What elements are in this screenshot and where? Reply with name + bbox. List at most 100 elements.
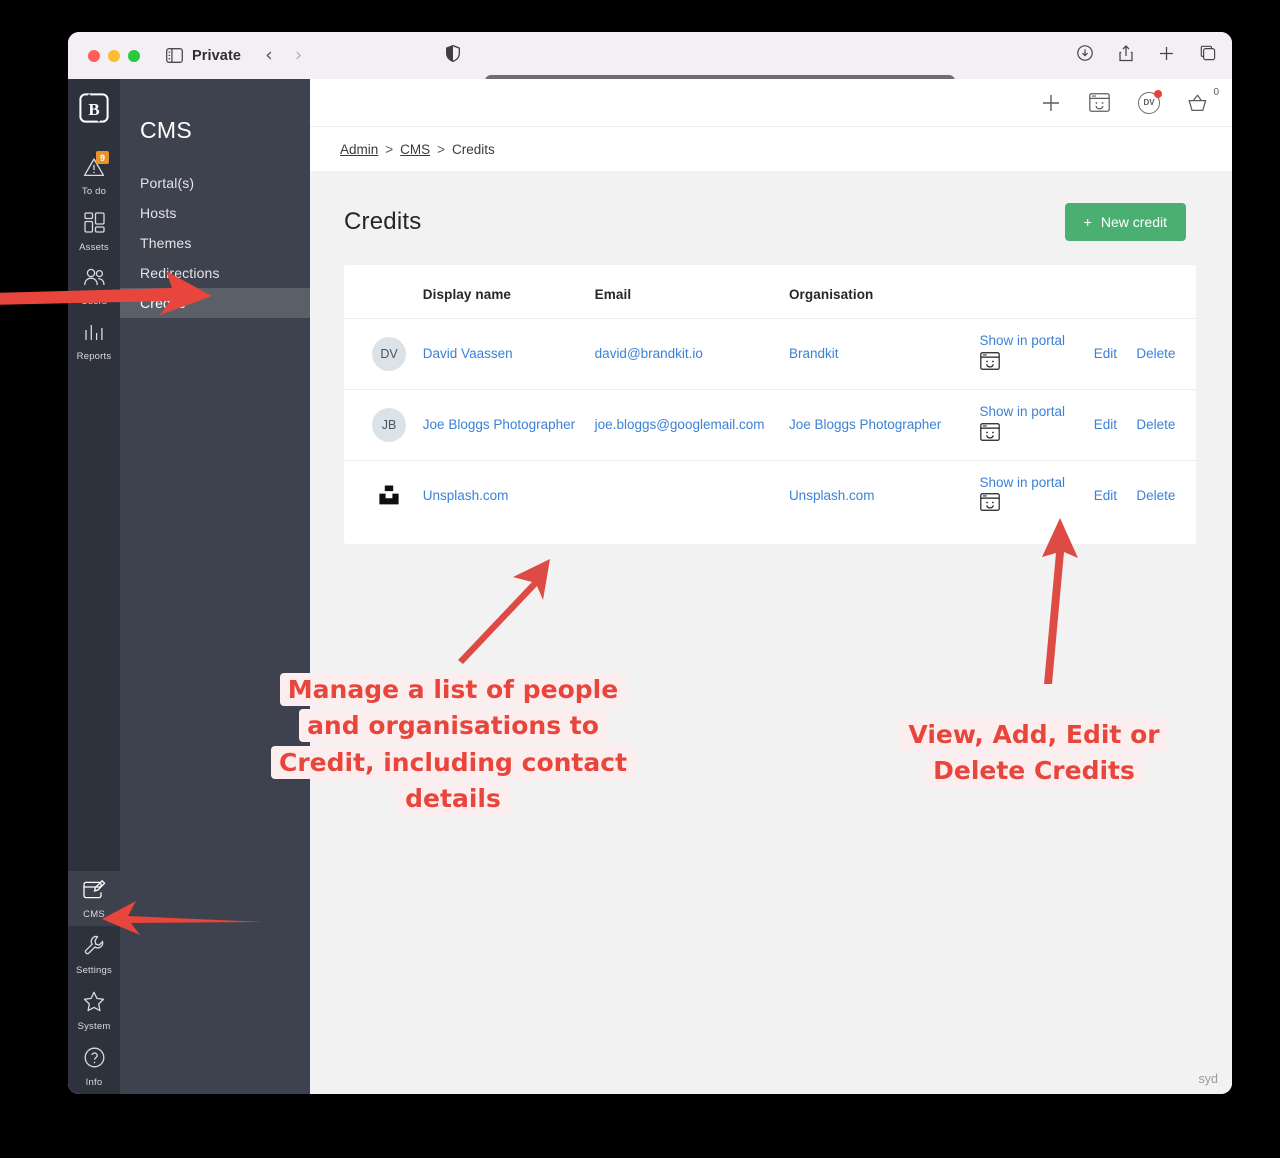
table-body: DV David Vaassen david@brandkit.io Brand… [344,318,1196,531]
sidebar-item-hosts[interactable]: Hosts [120,198,310,228]
row-organisation: Unsplash.com [788,459,980,531]
breadcrumb: Admin > CMS > Credits [310,126,1232,171]
rail-item-todo[interactable]: 9 To do [68,148,120,203]
primary-icon-rail: B 9 To do Assets Reports CMS Settings Sy… [68,79,120,1094]
credit-org-link[interactable]: Unsplash.com [789,488,875,503]
delete-button[interactable]: Delete [1136,488,1175,503]
maximize-window-button[interactable] [128,49,140,62]
forward-button[interactable]: › [295,46,303,65]
annotation-left-note: Manage a list of people and organisation… [268,672,638,817]
table-header-row: Display name Email Organisation [344,265,1196,319]
row-organisation: Brandkit [788,318,980,390]
credit-name-link[interactable]: Unsplash.com [423,488,509,503]
credit-name-link[interactable]: Joe Bloggs Photographer [423,417,575,432]
add-button[interactable] [1041,93,1061,113]
credits-table-card: Display name Email Organisation DV David… [344,265,1196,545]
browser-titlebar: Private ‹ › happy.brandkitapp.com/admin/… [68,32,1232,100]
section-nav-title: CMS [140,117,193,143]
row-display-name: Unsplash.com [422,459,595,531]
breadcrumb-admin[interactable]: Admin [340,142,378,157]
row-edit-cell: Edit [1093,459,1137,531]
star-icon [83,991,105,1017]
annotation-right-line-1: View, Add, Edit or [900,718,1168,751]
delete-button[interactable]: Delete [1136,346,1175,361]
minimize-window-button[interactable] [108,49,120,62]
row-display-name: David Vaassen [422,318,595,390]
plus-icon: + [1083,214,1092,230]
window-controls[interactable] [88,49,140,62]
row-delete-cell: Delete [1136,459,1196,531]
annotation-left-line-1: Manage a list of people [279,673,627,706]
credit-email-link[interactable]: david@brandkit.io [595,346,703,361]
question-circle-icon [84,1047,105,1073]
rail-item-info[interactable]: Info [68,1038,120,1094]
privacy-shield-icon[interactable] [446,44,460,67]
annotation-left-line-4: details [397,781,509,815]
back-button[interactable]: ‹ [265,46,273,65]
row-organisation: Joe Bloggs Photographer [788,388,980,460]
sidebar-item-themes[interactable]: Themes [120,228,310,258]
col-display-name: Display name [422,287,512,302]
share-icon[interactable] [1119,44,1133,67]
browser-toolbar-right [1077,44,1216,67]
brandkit-logo-icon[interactable]: B [79,93,109,128]
user-avatar-menu[interactable]: DV [1138,89,1162,114]
rail-item-system[interactable]: System [68,982,120,1038]
row-email: joe.bloggs@googlemail.com [594,388,789,460]
credit-org-link[interactable]: Joe Bloggs Photographer [789,417,941,432]
col-avatar [344,265,423,319]
sidebar-item-portals[interactable]: Portal(s) [120,168,310,198]
table-row[interactable]: DV David Vaassen david@brandkit.io Brand… [344,318,1196,390]
portal-smiley-window-icon[interactable] [1089,93,1110,112]
new-credit-label: New credit [1100,214,1167,230]
annotation-left-line-3: Credit, including contact [270,745,636,779]
breadcrumb-cms[interactable]: CMS [400,142,430,157]
row-edit-cell: Edit [1093,318,1137,390]
annotation-right-note: View, Add, Edit or Delete Credits [898,717,1170,790]
row-show-in-portal[interactable]: Show in portal [979,318,1094,390]
new-tab-icon[interactable] [1159,46,1174,66]
unsplash-logo-icon [372,478,406,513]
tab-overview-icon[interactable] [1200,45,1216,66]
arrow-to-cms-rail [102,901,263,935]
rail-item-assets-label: Assets [79,242,109,253]
page-header: Credits + New credit [344,203,1196,241]
credit-name-link[interactable]: David Vaassen [423,346,513,361]
annotation-left-line-2: and organisations to [299,709,607,743]
edit-button[interactable]: Edit [1094,488,1117,503]
col-delete [1136,265,1196,319]
row-delete-cell: Delete [1136,388,1196,460]
rail-item-assets[interactable]: Assets [68,203,120,259]
grid-squares-icon [83,212,105,238]
cms-section-nav: CMS Portal(s) Hosts Themes Redirections … [120,79,310,1094]
new-credit-button[interactable]: + New credit [1064,203,1186,241]
row-show-in-portal[interactable]: Show in portal [979,388,1094,460]
sidebar-toggle-icon[interactable] [166,48,183,63]
show-in-portal-link[interactable]: Show in portal [980,404,1066,419]
credit-email-link[interactable]: joe.bloggs@googlemail.com [595,417,765,432]
annotation-right-line-2: Delete Credits [925,754,1143,788]
downloads-icon[interactable] [1077,45,1093,66]
avatar: JB [372,407,406,442]
avatar: DV [372,336,406,371]
col-organisation: Organisation [788,287,874,302]
show-in-portal-link[interactable]: Show in portal [980,475,1066,490]
arrow-to-table-rows [458,559,550,664]
show-in-portal-link[interactable]: Show in portal [980,333,1066,348]
col-email: Email [594,287,632,302]
edit-button[interactable]: Edit [1094,417,1117,432]
edit-button[interactable]: Edit [1094,346,1117,361]
basket-button[interactable]: 0 [1188,87,1219,112]
row-email [594,459,789,531]
delete-button[interactable]: Delete [1136,417,1175,432]
rail-item-system-label: System [77,1021,111,1032]
browser-nav-buttons[interactable]: ‹ › [265,46,302,65]
portal-smiley-window-icon[interactable] [979,352,1094,375]
close-window-button[interactable] [88,49,100,62]
portal-smiley-window-icon[interactable] [979,422,1094,446]
col-edit [1094,265,1137,319]
basket-count: 0 [1213,86,1219,98]
row-edit-cell: Edit [1093,388,1137,460]
table-row[interactable]: JB Joe Bloggs Photographer joe.bloggs@go… [344,388,1196,460]
credit-org-link[interactable]: Brandkit [789,346,839,361]
